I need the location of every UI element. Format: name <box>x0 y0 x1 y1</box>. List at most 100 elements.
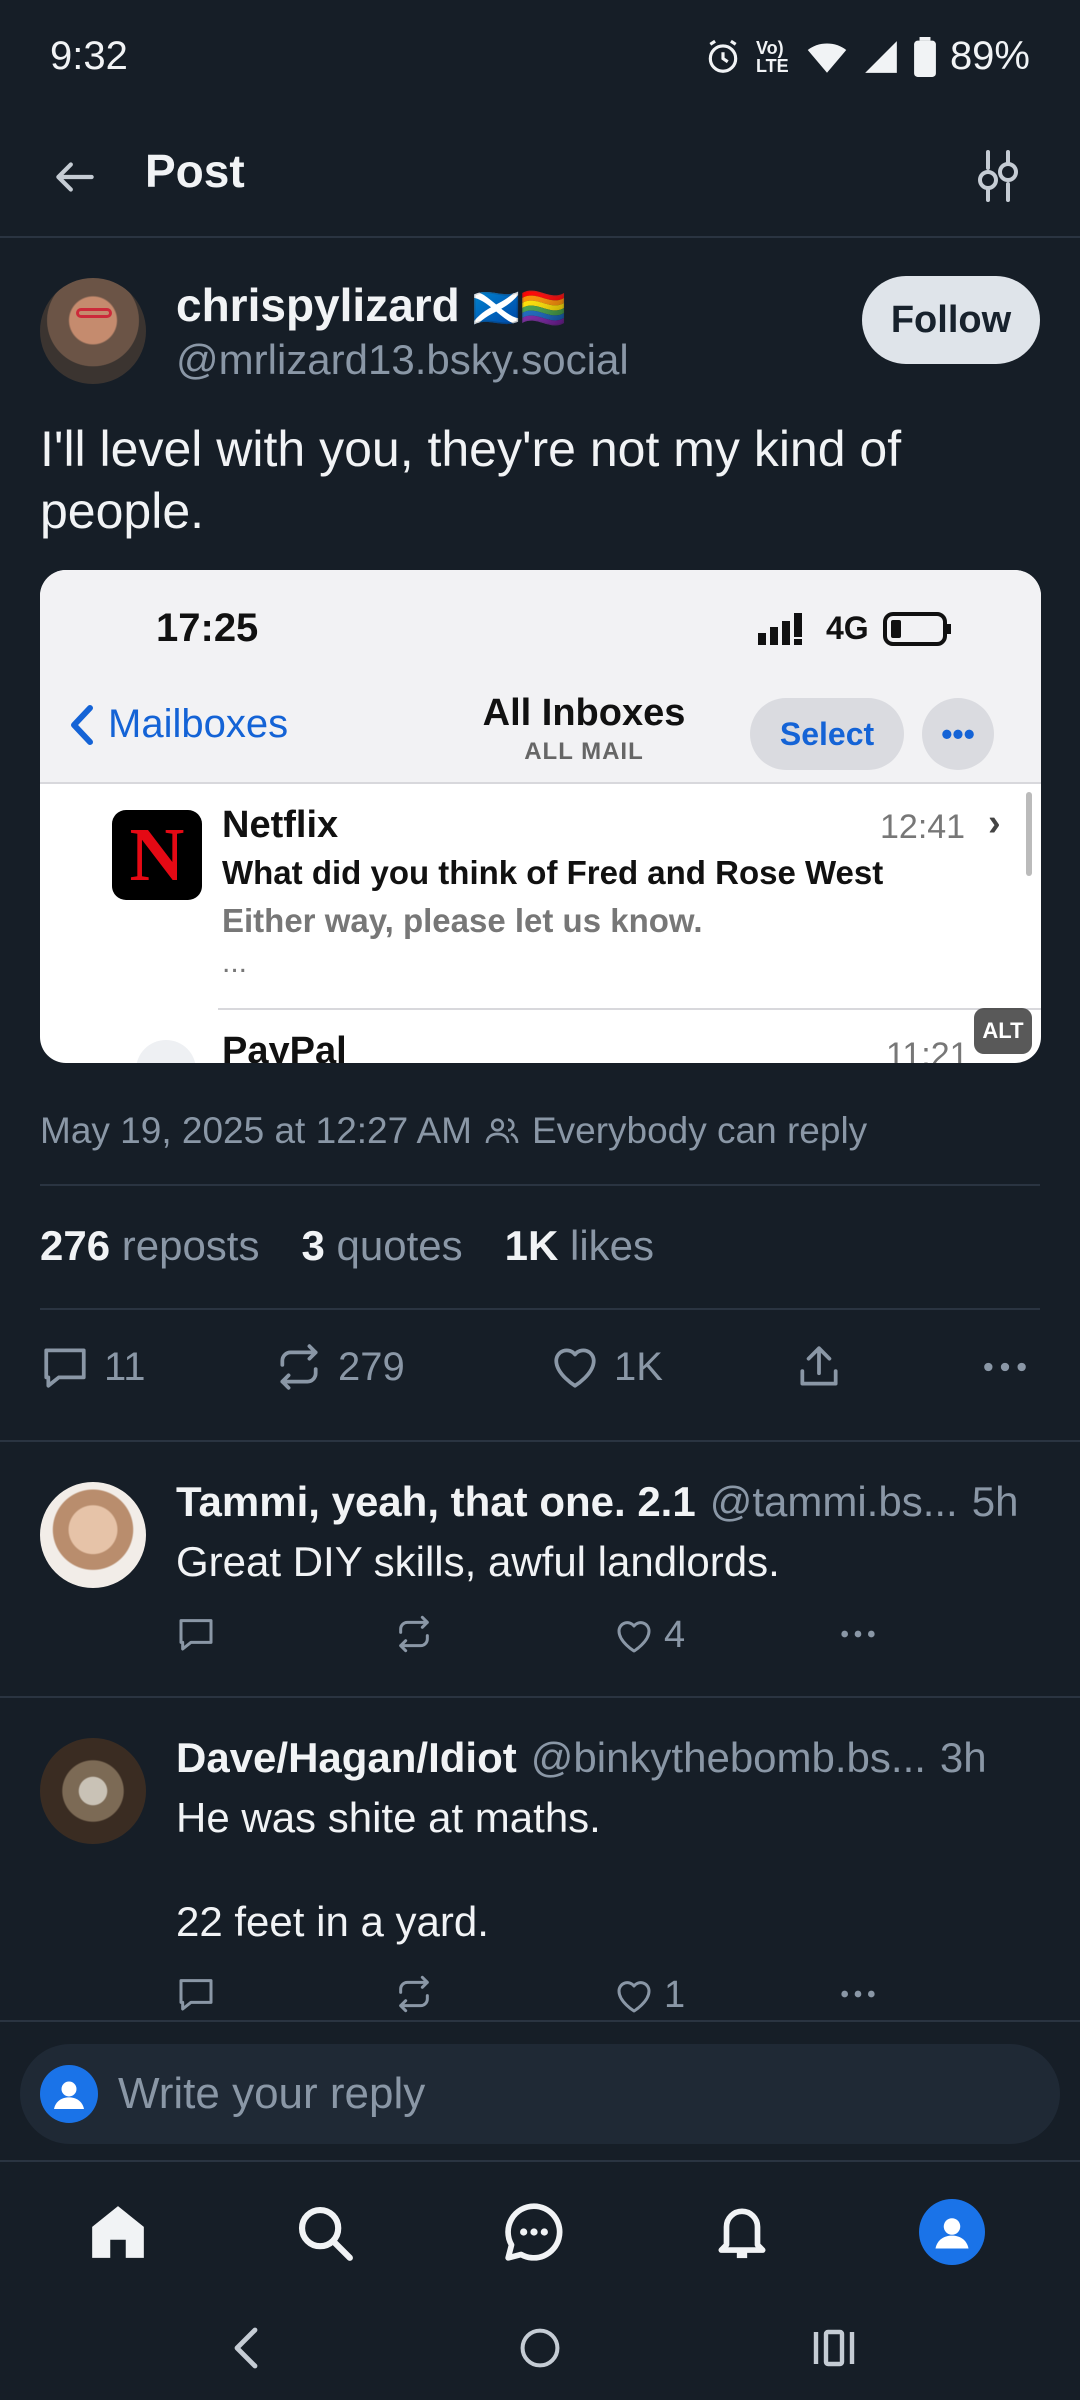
composer-avatar <box>40 2065 98 2123</box>
reply-count: 11 <box>104 1344 146 1389</box>
reply-button[interactable]: 11 <box>40 1342 146 1392</box>
quotes-stat[interactable]: 3 quotes <box>301 1222 462 1270</box>
embedded-image[interactable]: 17:25 4G Mailboxes All Inboxes ALL MAIL … <box>40 570 1041 1063</box>
reply-text-line2: 22 feet in a yard. <box>176 1898 489 1945</box>
system-nav-bar <box>0 2298 1080 2400</box>
nav-search[interactable] <box>284 2192 364 2272</box>
reply-like-count: 1 <box>664 1974 686 2016</box>
author-flags: 🏴󠁧󠁢󠁳󠁣󠁴󠁿🏳️‍🌈 <box>472 288 568 330</box>
stats-divider <box>40 1308 1040 1310</box>
reposts-stat[interactable]: 276 reposts <box>40 1222 259 1270</box>
system-home-button[interactable] <box>500 2318 580 2378</box>
reply-avatar[interactable] <box>40 1738 146 1844</box>
quotes-count: 3 <box>301 1222 325 1269</box>
header: Post <box>0 116 1080 236</box>
status-icons: Vo) LTE 89% <box>704 34 1030 79</box>
reply-like-count: 4 <box>664 1614 686 1656</box>
bell-icon <box>718 2208 766 2259</box>
alt-text-badge[interactable]: ALT <box>974 1008 1032 1054</box>
embed-email-sender: Netflix <box>222 804 339 846</box>
system-recents-button[interactable] <box>794 2318 874 2378</box>
thread-settings-icon[interactable] <box>974 148 1022 204</box>
user-icon <box>54 2081 84 2109</box>
nav-profile[interactable] <box>912 2192 992 2272</box>
home-icon <box>92 2206 144 2258</box>
reply-age: 3h <box>939 1734 987 1781</box>
reply-header: Tammi, yeah, that one. 2.1 @tammi.bs... … <box>176 1478 1040 1526</box>
people-icon <box>485 1118 519 1144</box>
embed-status-time: 17:25 <box>156 606 259 650</box>
embed-network: 4G <box>826 610 869 646</box>
system-back-button[interactable] <box>206 2318 286 2378</box>
nav-home[interactable] <box>78 2192 158 2272</box>
header-divider <box>0 236 1080 238</box>
page-title: Post <box>145 145 245 197</box>
share-button[interactable] <box>794 1342 844 1392</box>
chat-icon <box>505 2203 563 2261</box>
status-time: 9:32 <box>50 34 128 78</box>
likes-label: likes <box>570 1222 655 1269</box>
share-icon <box>800 1346 838 1386</box>
bottom-nav <box>0 2162 1080 2298</box>
reply-author-handle[interactable]: @binkythebomb.bs... <box>531 1734 926 1782</box>
back-arrow-icon[interactable] <box>50 152 100 202</box>
reply-more-button[interactable] <box>836 1614 880 1654</box>
battery-icon <box>914 36 936 77</box>
reply-repost-button[interactable] <box>394 1974 434 2014</box>
recents-icon <box>813 2329 855 2367</box>
more-options-button[interactable] <box>980 1342 1030 1392</box>
reply-composer[interactable]: Write your reply <box>20 2044 1060 2144</box>
repost-icon <box>399 1975 429 2013</box>
reply-author-name[interactable]: Tammi, yeah, that one. 2.1 <box>176 1478 696 1526</box>
post-stats: 276 reposts 3 quotes 1K likes <box>40 1222 654 1270</box>
repost-button[interactable]: 279 <box>274 1342 405 1392</box>
like-count: 1K <box>614 1344 663 1389</box>
author-handle[interactable]: @mrlizard13.bsky.social <box>176 336 629 384</box>
reply-item[interactable]: Tammi, yeah, that one. 2.1 @tammi.bs... … <box>0 1442 1080 1696</box>
nav-notifications[interactable] <box>702 2192 782 2272</box>
reply-item[interactable]: Dave/Hagan/Idiot @binkythebomb.bs... 3h … <box>0 1698 1080 2020</box>
embed-select-button: Select <box>750 698 904 770</box>
reply-author-name[interactable]: Dave/Hagan/Idiot <box>176 1734 517 1782</box>
battery-percent: 89% <box>949 34 1030 78</box>
reply-repost-button[interactable] <box>394 1614 434 1654</box>
embed-battery-icon <box>882 611 951 646</box>
embed-status-icons: 4G <box>758 610 955 647</box>
paypal-logo <box>136 1040 196 1063</box>
likes-count: 1K <box>504 1222 559 1269</box>
likes-stat[interactable]: 1K likes <box>505 1222 654 1270</box>
embed-subtitle: ALL MAIL <box>524 738 644 765</box>
chevron-left-icon <box>234 2327 258 2369</box>
reply-avatar[interactable] <box>40 1482 146 1588</box>
reply-icon <box>179 1979 213 2011</box>
author-display-name[interactable]: chrispylizard 🏴󠁧󠁢󠁳󠁣󠁴󠁿🏳️‍🌈 <box>176 278 567 332</box>
reply-like-button[interactable]: 4 <box>614 1614 685 1657</box>
embed-signal-icon <box>758 612 802 645</box>
like-button[interactable]: 1K <box>550 1342 663 1392</box>
post-meta: May 19, 2025 at 12:27 AM Everybody can r… <box>40 1110 867 1152</box>
reply-more-button[interactable] <box>836 1974 880 2014</box>
repost-icon <box>399 1615 429 1653</box>
embed-email-subject: What did you think of Fred and Rose West <box>222 854 884 891</box>
reply-author-handle[interactable]: @tammi.bs... <box>710 1478 958 1526</box>
repost-count: 279 <box>338 1344 405 1389</box>
more-horizontal-icon <box>841 1990 875 1998</box>
post-text: I'll level with you, they're not my kind… <box>40 421 902 539</box>
embed-email2-time: 11:21 <box>886 1036 969 1063</box>
reply-like-button[interactable]: 1 <box>614 1974 685 2017</box>
netflix-logo: N <box>112 810 202 900</box>
reply-reply-button[interactable] <box>176 1974 216 2014</box>
embed-title: All Inboxes <box>482 692 686 734</box>
nav-messages[interactable] <box>494 2192 574 2272</box>
meta-divider <box>40 1184 1040 1186</box>
reply-setting[interactable]: Everybody can reply <box>532 1110 867 1152</box>
follow-button[interactable]: Follow <box>862 276 1040 364</box>
alarm-icon <box>708 39 738 73</box>
reply-text-line1: He was shite at maths. <box>176 1794 601 1841</box>
reply-reply-button[interactable] <box>176 1614 216 1654</box>
heart-icon <box>554 1348 596 1388</box>
post-actions: 11 279 1K <box>40 1342 1040 1402</box>
author-avatar[interactable] <box>40 278 146 384</box>
embed-scrollbar <box>1026 792 1032 876</box>
reposts-label: reposts <box>121 1222 260 1269</box>
